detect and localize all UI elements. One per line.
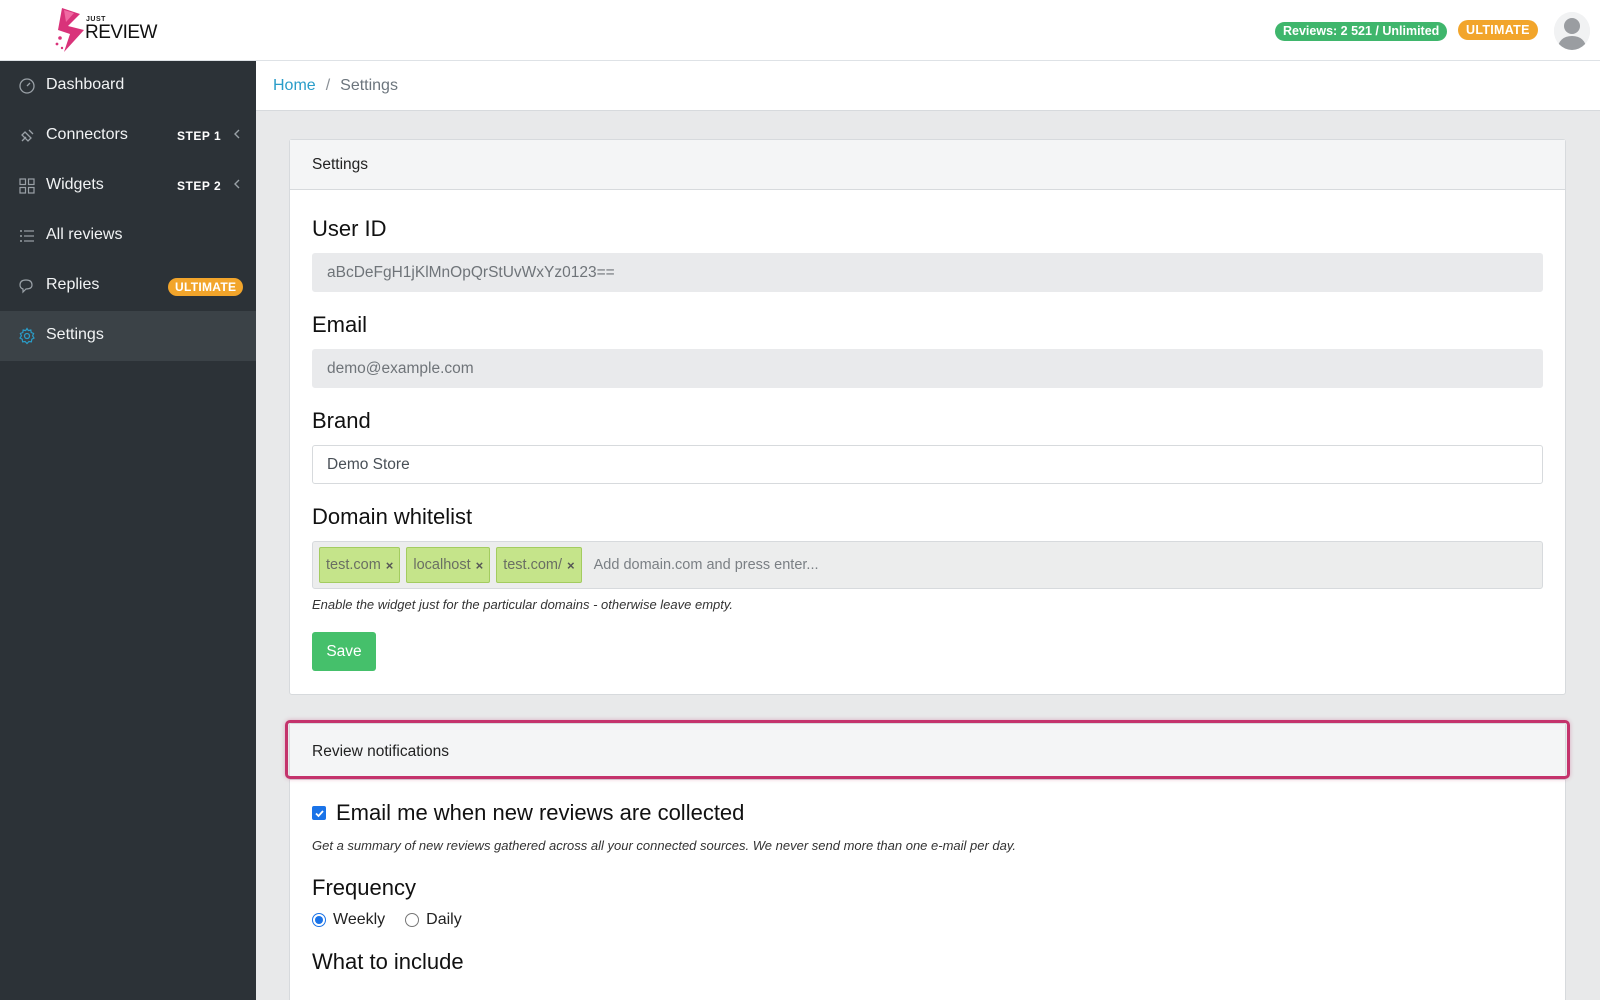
- plug-icon: [21, 129, 34, 142]
- sidebar-item-label: Dashboard: [46, 76, 125, 93]
- email-field[interactable]: demo@example.com: [312, 349, 1543, 388]
- brand-logo[interactable]: JUST REVIEW: [54, 4, 164, 56]
- domain-tag: localhost ×: [406, 547, 491, 583]
- frequency-label: Frequency: [312, 875, 416, 900]
- settings-card-header: Settings: [290, 140, 1565, 190]
- plan-badge: ULTIMATE: [1458, 20, 1538, 40]
- domain-input-placeholder[interactable]: Add domain.com and press enter...: [594, 557, 819, 573]
- breadcrumb-separator: /: [325, 76, 331, 94]
- sidebar-item-label: Replies: [46, 276, 100, 293]
- remove-tag-icon[interactable]: ×: [567, 558, 575, 573]
- brand-label: Brand: [312, 408, 371, 433]
- chevron-left-icon[interactable]: [232, 177, 242, 191]
- logo-text: REVIEW: [85, 22, 157, 43]
- list-icon: [20, 230, 34, 242]
- user-id-field[interactable]: aBcDeFgH1jKlMnOpQrStUvWxYz0123==: [312, 253, 1543, 292]
- settings-card: Settings User ID aBcDeFgH1jKlMnOpQrStUvW…: [289, 139, 1566, 695]
- daily-radio-label: Daily: [426, 911, 462, 928]
- daily-radio[interactable]: [405, 913, 420, 927]
- remove-tag-icon[interactable]: ×: [386, 558, 394, 573]
- what-to-include-label: What to include: [312, 949, 464, 974]
- notifications-card-header: Review notifications: [290, 724, 1565, 780]
- grid-icon: [19, 178, 35, 194]
- sidebar-item-label: Widgets: [46, 176, 104, 193]
- brand-input[interactable]: Demo Store: [312, 445, 1543, 484]
- breadcrumb: Home / Settings: [256, 61, 1600, 111]
- email-notify-label: Email me when new reviews are collected: [336, 800, 745, 825]
- sidebar-item-label: Connectors: [46, 126, 128, 143]
- breadcrumb-home-link[interactable]: Home: [273, 77, 316, 95]
- user-avatar[interactable]: [1554, 12, 1590, 50]
- domain-tag-text: test.com: [326, 557, 381, 573]
- sidebar-item-connectors[interactable]: Connectors STEP 1: [0, 111, 256, 161]
- domain-tag-text: localhost: [413, 557, 471, 573]
- sidebar-item-settings[interactable]: Settings: [0, 311, 256, 361]
- top-header: JUST REVIEW Reviews: 2 521 / Unlimited U…: [0, 0, 1600, 61]
- sidebar-item-dashboard[interactable]: Dashboard: [0, 61, 256, 111]
- domain-tag: test.com/ ×: [496, 547, 582, 583]
- sidebar-item-widgets[interactable]: Widgets STEP 2: [0, 161, 256, 211]
- weekly-radio-label: Weekly: [333, 911, 386, 928]
- gauge-icon: [19, 78, 35, 94]
- checkmark-icon: [314, 809, 324, 817]
- domain-help-text: Enable the widget just for the particula…: [312, 597, 734, 612]
- gear-icon: [19, 327, 35, 345]
- domain-tag-text: test.com/: [503, 557, 563, 573]
- review-notifications-card: Review notifications Email me when new r…: [289, 723, 1566, 1000]
- domain-whitelist-label: Domain whitelist: [312, 504, 473, 529]
- weekly-radio[interactable]: [312, 913, 326, 927]
- sidebar-item-all-reviews[interactable]: All reviews: [0, 211, 256, 261]
- step-label: STEP 2: [177, 179, 222, 193]
- remove-tag-icon[interactable]: ×: [476, 558, 484, 573]
- user-silhouette-icon: [1554, 12, 1590, 50]
- email-label: Email: [312, 312, 368, 337]
- sidebar: Dashboard Connectors STEP 1 Widgets STEP…: [0, 61, 256, 1000]
- user-id-label: User ID: [312, 216, 387, 241]
- sidebar-item-label: Settings: [46, 326, 104, 343]
- save-button[interactable]: Save: [312, 632, 376, 671]
- ultimate-badge: ULTIMATE: [168, 278, 244, 296]
- email-notify-checkbox[interactable]: [312, 806, 326, 820]
- frequency-options: Weekly Daily: [312, 911, 1543, 929]
- sidebar-item-label: All reviews: [46, 226, 123, 243]
- email-notify-help: Get a summary of new reviews gathered ac…: [312, 838, 1017, 853]
- reviews-count-badge: Reviews: 2 521 / Unlimited: [1275, 22, 1448, 41]
- email-notify-row: Email me when new reviews are collected: [312, 800, 1543, 826]
- step-label: STEP 1: [177, 129, 222, 143]
- sidebar-item-replies[interactable]: Replies ULTIMATE: [0, 261, 256, 311]
- chevron-left-icon[interactable]: [232, 127, 242, 141]
- domain-tag: test.com ×: [319, 547, 401, 583]
- domain-tags-input[interactable]: test.com × localhost × test.com/ × Add d…: [312, 541, 1543, 589]
- breadcrumb-current: Settings: [340, 76, 398, 94]
- chat-icon: [19, 279, 33, 294]
